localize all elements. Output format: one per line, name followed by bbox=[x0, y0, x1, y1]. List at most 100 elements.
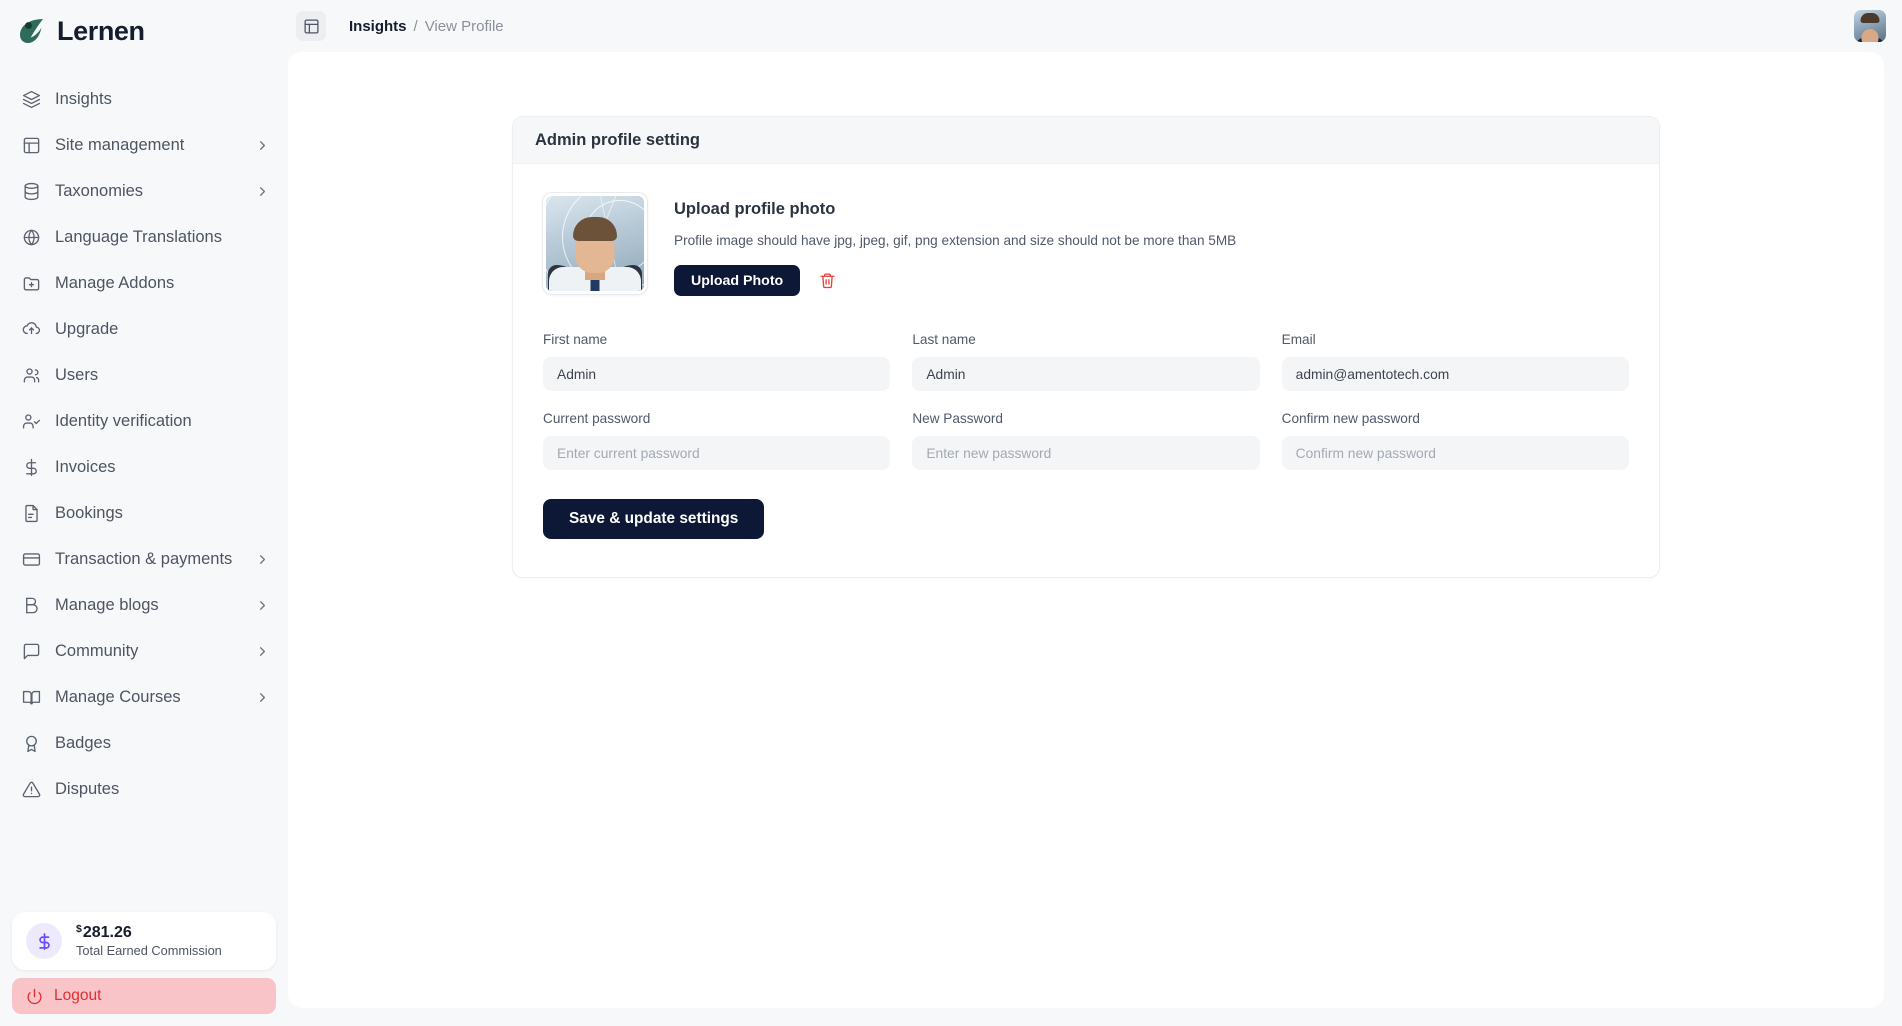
sidebar-item-users[interactable]: Users bbox=[0, 352, 288, 398]
sidebar-item-label: Transaction & payments bbox=[55, 549, 233, 568]
content-shell: Admin profile setting Upload profile pho… bbox=[288, 52, 1884, 1008]
field-label: Current password bbox=[543, 411, 651, 426]
upload-photo-actions: Upload Photo bbox=[674, 265, 1236, 296]
sidebar-item-label: Users bbox=[55, 365, 99, 384]
sidebar: Lernen Insights Site management Taxonomi… bbox=[0, 0, 288, 1026]
sidebar-item-disputes[interactable]: Disputes bbox=[0, 766, 288, 812]
sidebar-item-label: Insights bbox=[55, 89, 112, 108]
sidebar-item-language-translations[interactable]: Language Translations bbox=[0, 214, 288, 260]
commission-label: Total Earned Commission bbox=[76, 943, 222, 959]
commission-badge bbox=[26, 923, 62, 959]
message-square-icon bbox=[23, 643, 40, 659]
field-last-name: Last name bbox=[912, 332, 1260, 391]
confirm-new-password-input[interactable] bbox=[1281, 436, 1629, 470]
sidebar-item-manage-blogs[interactable]: Manage blogs bbox=[0, 582, 288, 628]
trash-icon bbox=[820, 273, 835, 289]
folder-plus-icon bbox=[23, 276, 40, 291]
sidebar-item-upgrade[interactable]: Upgrade bbox=[0, 306, 288, 352]
breadcrumb-separator: / bbox=[413, 17, 418, 35]
field-label: Confirm new password bbox=[1281, 411, 1420, 426]
save-update-settings-button[interactable]: Save & update settings bbox=[543, 499, 765, 539]
sidebar-item-identity-verification[interactable]: Identity verification bbox=[0, 398, 288, 444]
field-label: Email bbox=[1281, 332, 1316, 347]
sidebar-item-insights[interactable]: Insights bbox=[0, 76, 288, 122]
upload-photo-button[interactable]: Upload Photo bbox=[674, 265, 801, 296]
upload-photo-description: Profile image should have jpg, jpeg, gif… bbox=[674, 233, 1237, 248]
sidebar-item-label: Disputes bbox=[55, 779, 120, 798]
sidebar-item-label: Upgrade bbox=[55, 319, 119, 338]
credit-card-icon bbox=[22, 552, 41, 566]
card-body: Upload profile photo Profile image shoul… bbox=[513, 164, 1659, 577]
logout-label: Logout bbox=[54, 987, 102, 1004]
field-new-password: New Password bbox=[912, 411, 1260, 470]
dollar-icon bbox=[26, 458, 37, 476]
leaf-logo-icon bbox=[20, 19, 43, 43]
breadcrumb-current: View Profile bbox=[424, 17, 504, 35]
sidebar-item-manage-courses[interactable]: Manage Courses bbox=[0, 674, 288, 720]
commission-amount: 281.26 bbox=[82, 923, 132, 941]
blog-icon bbox=[26, 597, 38, 613]
field-label: First name bbox=[543, 332, 608, 347]
layers-icon bbox=[22, 90, 41, 108]
field-first-name: First name bbox=[543, 332, 891, 391]
power-icon bbox=[27, 988, 42, 1004]
sidebar-toggle-button[interactable] bbox=[296, 11, 326, 41]
chevron-right-icon bbox=[260, 646, 265, 656]
sidebar-item-manage-addons[interactable]: Manage Addons bbox=[0, 260, 288, 306]
sidebar-nav: Insights Site management Taxonomies Lang… bbox=[0, 62, 288, 912]
book-open-icon bbox=[22, 690, 41, 705]
new-password-input[interactable] bbox=[912, 436, 1260, 470]
chevron-right-icon bbox=[260, 186, 265, 196]
users-icon bbox=[23, 367, 40, 383]
sidebar-item-label: Site management bbox=[55, 135, 185, 154]
current-password-input[interactable] bbox=[543, 436, 891, 470]
last-name-input[interactable] bbox=[912, 357, 1260, 391]
field-label: Last name bbox=[912, 332, 976, 347]
profile-form: First name Last name Email bbox=[543, 332, 1629, 490]
sidebar-item-label: Community bbox=[55, 641, 139, 660]
sidebar-item-community[interactable]: Community bbox=[0, 628, 288, 674]
dollar-circle-icon bbox=[38, 932, 50, 950]
field-label: New Password bbox=[912, 411, 1003, 426]
sidebar-item-badges[interactable]: Badges bbox=[0, 720, 288, 766]
sidebar-item-site-management[interactable]: Site management bbox=[0, 122, 288, 168]
globe-icon bbox=[23, 229, 40, 245]
breadcrumb-root[interactable]: Insights bbox=[349, 18, 407, 35]
alert-triangle-icon bbox=[22, 781, 41, 797]
delete-photo-button[interactable] bbox=[816, 270, 838, 292]
avatar[interactable] bbox=[1854, 10, 1886, 42]
award-icon bbox=[26, 735, 37, 752]
sidebar-item-label: Badges bbox=[55, 733, 111, 752]
panel-layout-icon bbox=[303, 18, 319, 34]
sidebar-item-transaction-payments[interactable]: Transaction & payments bbox=[0, 536, 288, 582]
database-icon bbox=[24, 182, 39, 200]
logout-button[interactable]: Logout bbox=[12, 978, 276, 1014]
sidebar-item-label: Manage Addons bbox=[55, 273, 175, 292]
profile-photo-preview bbox=[543, 193, 647, 294]
layout-panel-icon bbox=[23, 137, 40, 153]
brand[interactable]: Lernen bbox=[0, 0, 288, 62]
content-inner: Admin profile setting Upload profile pho… bbox=[302, 66, 1870, 994]
chevron-right-icon bbox=[260, 554, 265, 564]
commission-currency: $ bbox=[76, 922, 82, 935]
sidebar-item-label: Manage blogs bbox=[55, 595, 159, 614]
avatar-hair bbox=[1860, 13, 1880, 23]
field-confirm-new-password: Confirm new password bbox=[1281, 411, 1629, 470]
commission-amount-row: $281.26 bbox=[76, 922, 222, 942]
sidebar-item-taxonomies[interactable]: Taxonomies bbox=[0, 168, 288, 214]
chevron-right-icon bbox=[260, 140, 265, 150]
first-name-input[interactable] bbox=[543, 357, 891, 391]
email-input[interactable] bbox=[1281, 357, 1629, 391]
field-current-password: Current password bbox=[543, 411, 891, 470]
sidebar-item-label: Invoices bbox=[55, 457, 116, 476]
card-header: Admin profile setting bbox=[513, 117, 1659, 164]
sidebar-item-invoices[interactable]: Invoices bbox=[0, 444, 288, 490]
sidebar-item-label: Identity verification bbox=[55, 411, 192, 430]
sidebar-item-bookings[interactable]: Bookings bbox=[0, 490, 288, 536]
cloud-upload-icon bbox=[22, 321, 41, 334]
sidebar-item-label: Taxonomies bbox=[55, 181, 144, 200]
card-title: Admin profile setting bbox=[535, 130, 700, 149]
commission-text: $281.26 Total Earned Commission bbox=[76, 922, 222, 959]
breadcrumb: Insights / View Profile bbox=[349, 18, 504, 35]
total-earned-commission-card[interactable]: $281.26 Total Earned Commission bbox=[12, 912, 276, 970]
